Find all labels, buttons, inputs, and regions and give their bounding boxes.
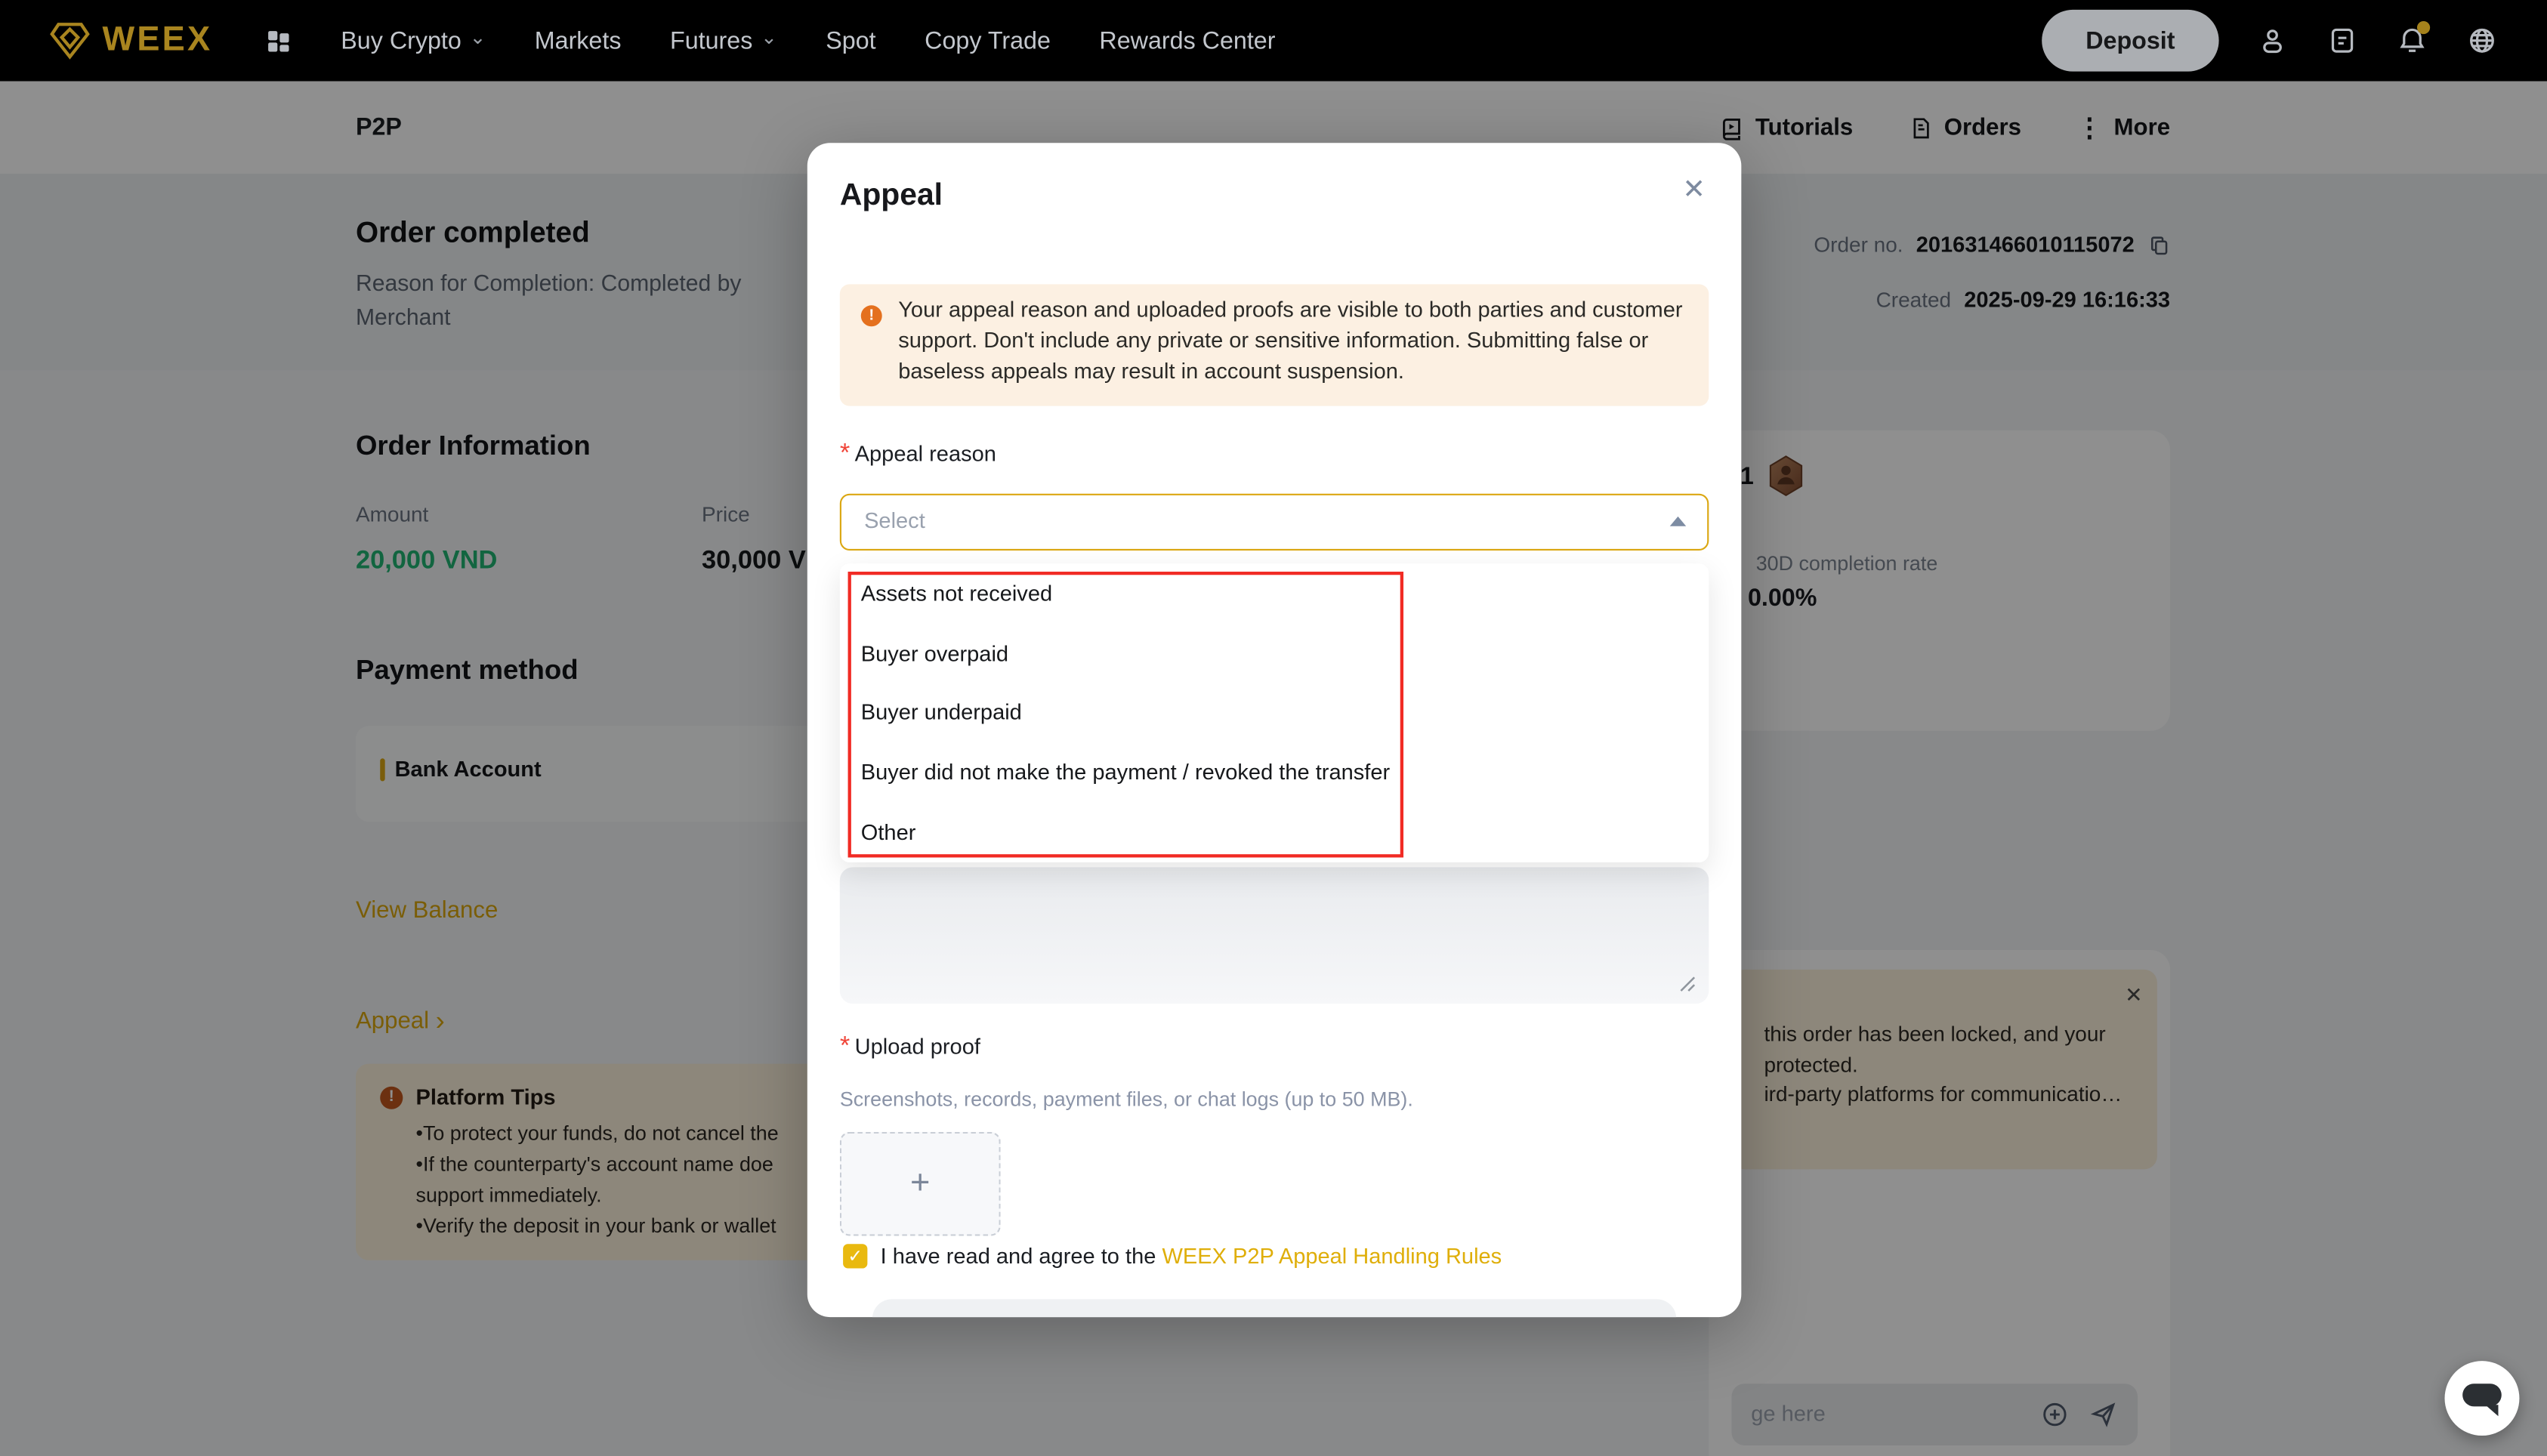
language-globe-icon[interactable] [2465,24,2498,57]
notification-badge [2417,21,2430,34]
weex-logo[interactable]: WEEX [49,21,213,60]
nav-item-markets[interactable]: Markets [535,26,622,54]
appeal-reason-label: *Appeal reason [840,440,996,470]
chevron-down-icon: ⌄ [761,31,777,44]
apps-grid-icon[interactable] [264,26,292,54]
upload-proof-label: *Upload proof [840,1033,980,1063]
nav-item-rewards-center[interactable]: Rewards Center [1099,26,1275,54]
appeal-rules-link[interactable]: WEEX P2P Appeal Handling Rules [1162,1244,1502,1268]
nav-item-futures[interactable]: Futures ⌄ [670,26,777,54]
nav-menu: Buy Crypto ⌄ Markets Futures ⌄ Spot Copy… [264,26,1275,54]
plus-icon: + [910,1164,930,1204]
deposit-button[interactable]: Deposit [2042,10,2218,72]
chevron-up-icon [1670,517,1687,526]
dropdown-option-other[interactable]: Other [840,803,1709,862]
support-chat-icon[interactable] [2326,24,2359,57]
appeal-warning-text: Your appeal reason and uploaded proofs a… [898,295,1697,387]
nav-item-buy-crypto[interactable]: Buy Crypto ⌄ [341,26,486,54]
chat-fab-button[interactable] [2445,1361,2520,1436]
dropdown-option-assets-not-received[interactable]: Assets not received [840,563,1709,623]
appeal-description-textarea[interactable] [840,867,1709,1004]
weex-logo-text: WEEX [102,21,212,60]
warning-icon: ! [861,305,882,326]
upload-proof-dropzone[interactable]: + [840,1132,1001,1236]
appeal-warning-box: ! Your appeal reason and uploaded proofs… [840,284,1709,406]
page: WEEX Buy Crypto ⌄ Markets Futures ⌄ Spo [0,0,2547,1456]
submit-button-partial[interactable] [872,1299,1677,1317]
upload-proof-hint: Screenshots, records, payment files, or … [840,1088,1413,1111]
nav-right: Deposit [2042,10,2498,72]
select-placeholder: Select [864,508,925,532]
appeal-modal: Appeal ✕ ! Your appeal reason and upload… [807,143,1742,1317]
notifications-bell-icon[interactable] [2396,24,2428,57]
agree-checkbox[interactable]: ✓ [843,1244,867,1268]
appeal-reason-select[interactable]: Select [840,494,1709,551]
appeal-reason-dropdown: Assets not received Buyer overpaid Buyer… [840,563,1709,862]
nav-item-spot[interactable]: Spot [826,26,875,54]
dropdown-option-no-payment[interactable]: Buyer did not make the payment / revoked… [840,743,1709,803]
resize-handle[interactable] [1678,974,1696,992]
dropdown-option-buyer-overpaid[interactable]: Buyer overpaid [840,623,1709,683]
profile-icon[interactable] [2256,24,2289,57]
agree-row: ✓ I have read and agree to the WEEX P2P … [843,1244,1502,1268]
chevron-down-icon: ⌄ [470,31,486,44]
agree-text: I have read and agree to the [881,1244,1162,1268]
dropdown-option-buyer-underpaid[interactable]: Buyer underpaid [840,683,1709,742]
close-icon[interactable]: ✕ [1682,174,1706,206]
weex-logo-icon [49,21,91,60]
top-navbar: WEEX Buy Crypto ⌄ Markets Futures ⌄ Spo [0,0,2547,82]
modal-title: Appeal [840,179,943,214]
chat-bubble-icon [2462,1384,2502,1406]
nav-item-copy-trade[interactable]: Copy Trade [925,26,1051,54]
